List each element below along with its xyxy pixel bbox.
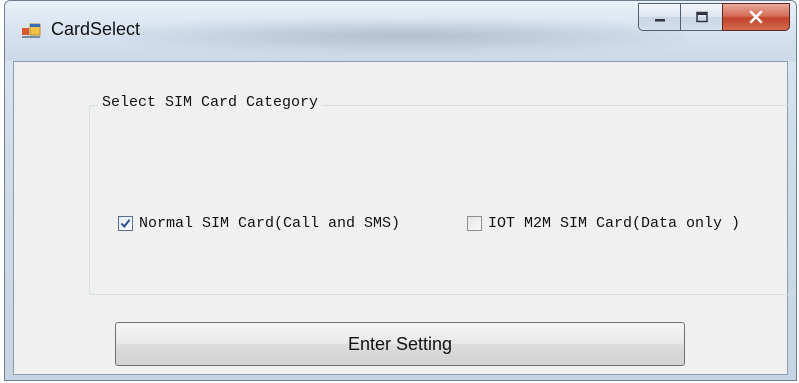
blurred-background-text (125, 19, 685, 53)
normal-sim-label: Normal SIM Card(Call and SMS) (139, 215, 401, 232)
sim-category-groupbox: Select SIM Card Category Normal SIM Card… (89, 94, 796, 295)
window-title: CardSelect (51, 19, 141, 39)
maximize-icon (695, 11, 708, 23)
normal-sim-option[interactable]: Normal SIM Card(Call and SMS) (118, 215, 400, 232)
close-icon (749, 10, 763, 24)
window: CardSelect Select SIM Card Category Norm… (4, 0, 797, 381)
app-icon (22, 23, 41, 38)
iot-sim-label: IOT M2M SIM Card(Data only ) (488, 215, 741, 232)
client-area: Select SIM Card Category Normal SIM Card… (13, 61, 796, 375)
normal-sim-checkbox[interactable] (118, 216, 133, 231)
title-bar[interactable]: CardSelect (5, 1, 796, 61)
checkmark-icon (120, 219, 131, 229)
close-button[interactable] (722, 3, 790, 31)
iot-sim-checkbox[interactable] (467, 216, 482, 231)
maximize-button[interactable] (680, 3, 722, 31)
groupbox-label: Select SIM Card Category (98, 94, 323, 111)
iot-sim-option[interactable]: IOT M2M SIM Card(Data only ) (467, 215, 740, 232)
enter-setting-button[interactable]: Enter Setting (115, 322, 685, 366)
window-controls (638, 3, 790, 31)
minimize-button[interactable] (638, 3, 680, 31)
minimize-icon (654, 19, 665, 22)
